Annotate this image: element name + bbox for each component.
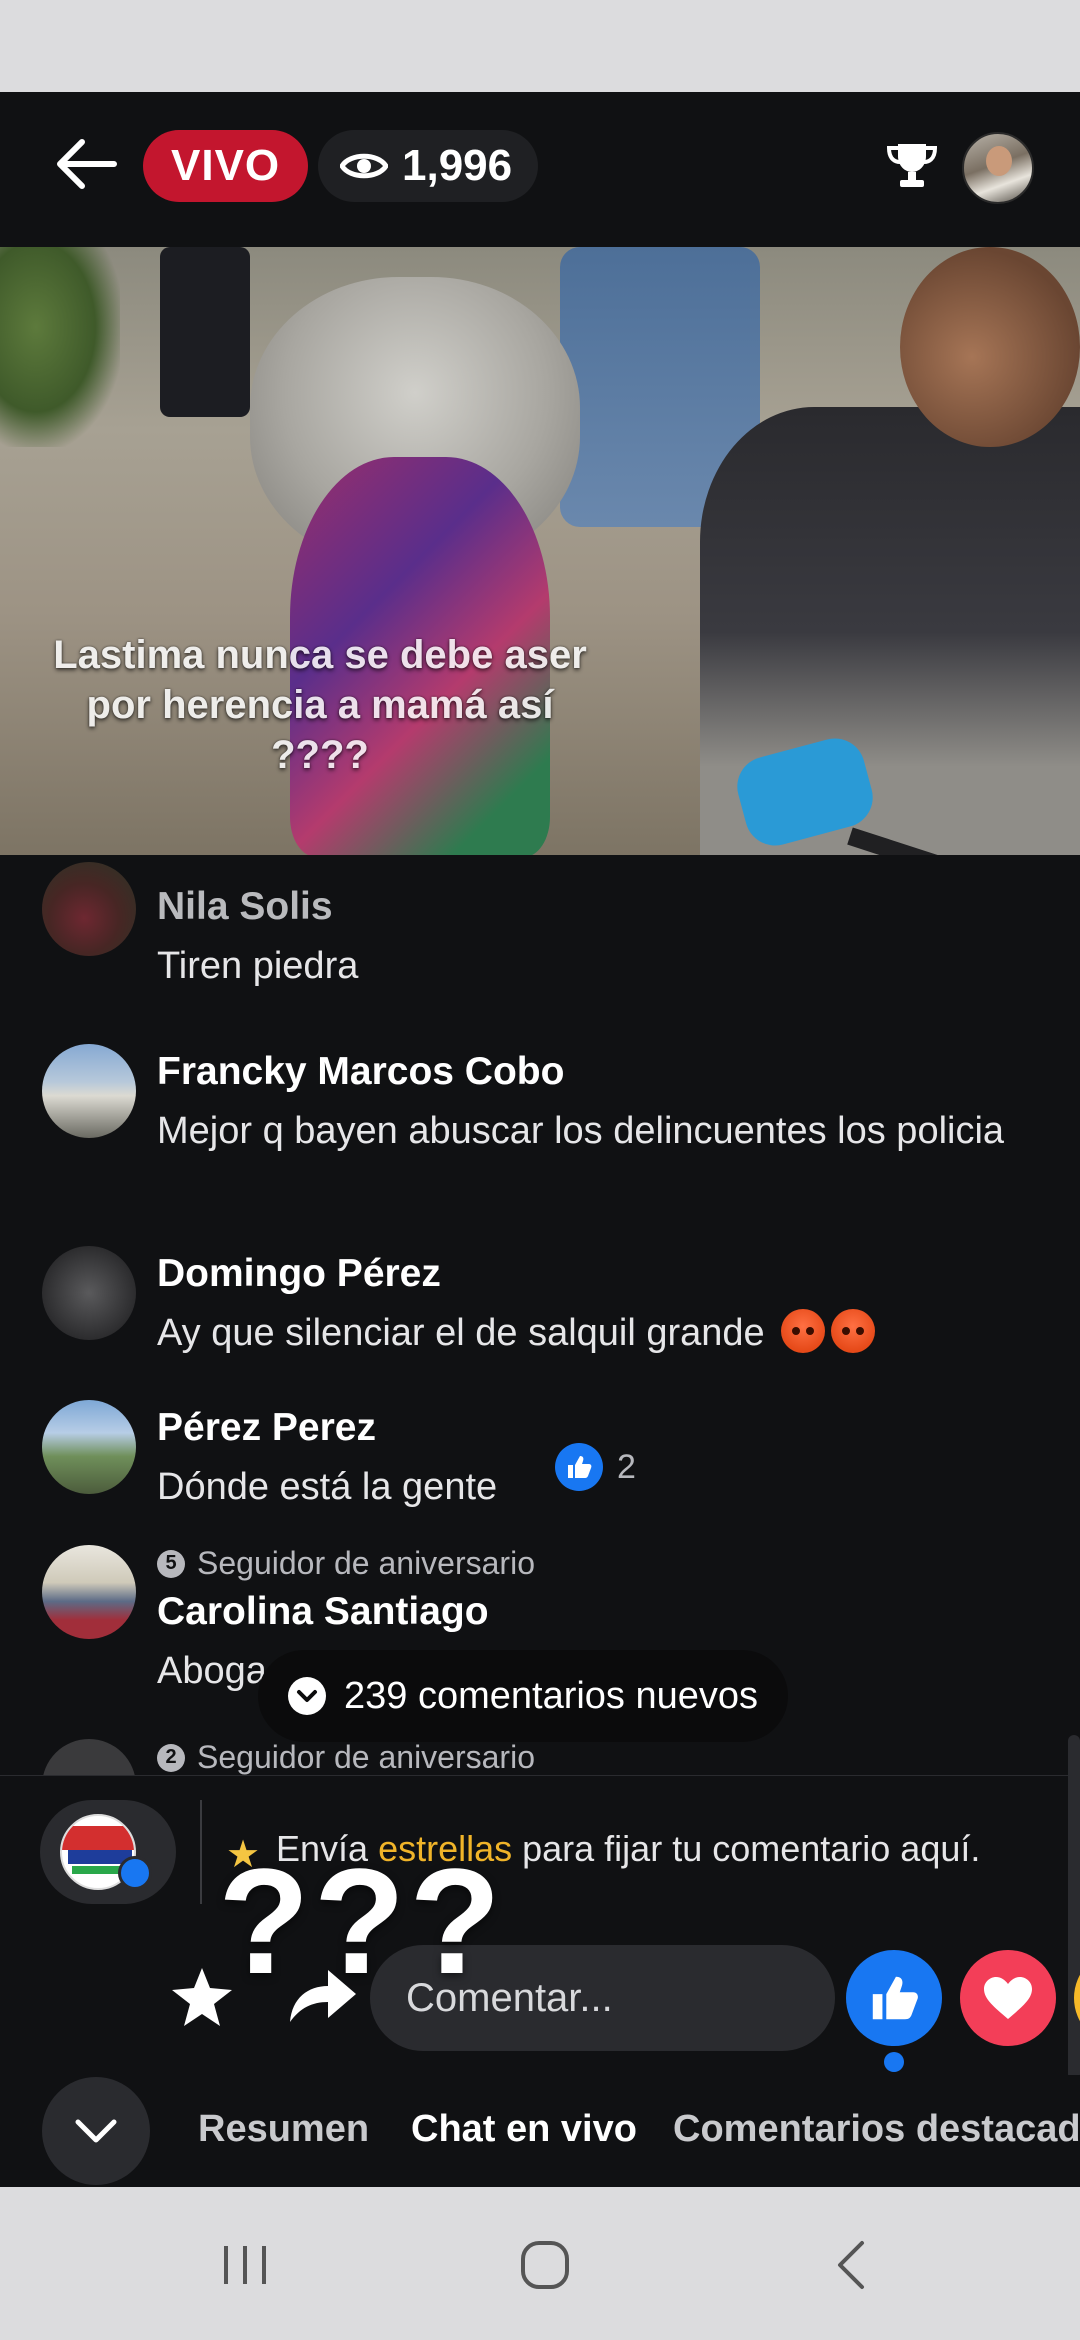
arrow-left-icon [57,139,117,189]
thumbs-up-icon [872,1976,918,2020]
comment-text: Ay que silenciar el de salquil grande [157,1309,1017,1358]
selected-indicator [884,2052,904,2072]
comment-avatar[interactable] [42,1739,136,1775]
comment-avatar[interactable] [42,1044,136,1138]
back-button[interactable] [40,124,130,204]
live-badge: VIVO [143,130,309,202]
angry-emoji-icon [831,1309,876,1353]
follower-badge-label: Seguidor de aniversario [197,1545,535,1581]
scrollbar[interactable] [1068,1735,1080,2080]
follower-badge: 2 Seguidor de aniversario [157,1739,535,1775]
home-button[interactable] [500,2225,590,2305]
anniversary-badge-icon: 2 [157,1743,185,1772]
trophy-icon[interactable] [884,138,940,194]
home-icon [521,2241,569,2289]
new-comments-button[interactable]: 239 comentarios nuevos [258,1650,789,1742]
love-button[interactable] [960,1950,1056,2046]
sparkle-star-icon [172,1968,232,2026]
screen: { "header": { "live_label": "VIVO", "vie… [0,0,1080,2340]
video-scenery [900,247,1080,447]
comment-text: Mejor q bayen abuscar los delincuentes l… [157,1110,1005,1152]
divider [200,1800,202,1904]
tab-summary[interactable]: Resumen [198,2108,369,2151]
follower-badge-label: Seguidor de aniversario [197,1739,535,1775]
video-scenery [160,247,250,417]
comment-list[interactable]: Nila Solis Tiren piedra Francky Marcos C… [0,855,1080,1775]
comment-author[interactable]: Nila Solis [157,885,333,929]
like-reaction-icon [555,1443,603,1491]
comment-reactions[interactable]: 2 [555,1443,636,1491]
new-comments-label: 239 comentarios nuevos [344,1674,759,1717]
comment-text: Tiren piedra [157,945,359,987]
collapse-button[interactable] [42,2077,150,2185]
comment-avatar[interactable] [42,1246,136,1340]
back-nav-button[interactable] [805,2225,895,2305]
comment-avatar[interactable] [42,1545,136,1639]
comment-author[interactable]: Carolina Santiago [157,1590,489,1634]
video-scenery [0,247,120,447]
viewer-count: 1,996 [402,141,513,190]
comment-avatar[interactable] [42,862,136,956]
chevron-left-icon [838,2241,864,2289]
comment-author[interactable]: Francky Marcos Cobo [157,1050,564,1094]
video-caption: Lastima nunca se debe aser por herencia … [53,633,587,777]
page-avatar-logo-part [62,1826,134,1850]
comment-text: Dónde está la gente [157,1466,498,1508]
comment-avatar[interactable] [42,1400,136,1494]
anniversary-badge-icon: 5 [157,1549,185,1578]
comment-author[interactable]: Domingo Pérez [157,1252,441,1296]
heart-icon [984,1977,1032,2019]
follower-badge: 5 Seguidor de aniversario [157,1545,535,1582]
recent-apps-icon [224,2246,266,2284]
stars-prompt-suffix: para fijar tu comentario aquí. [512,1828,981,1869]
reaction-count: 2 [617,1447,636,1486]
like-button[interactable] [846,1950,942,2046]
share-arrow-icon [290,1970,356,2022]
verified-icon [118,1856,152,1890]
chevron-down-icon [75,2119,117,2143]
status-bar [0,0,1080,92]
comment-text-content: Ay que silenciar el de salquil grande [157,1312,765,1354]
viewer-count-badge: 1,996 [318,130,539,202]
tab-live-chat[interactable]: Chat en vivo [411,2108,637,2151]
comment-author[interactable]: Pérez Perez [157,1406,376,1450]
host-avatar[interactable] [962,132,1034,204]
recent-apps-button[interactable] [200,2225,290,2305]
tab-top-comments[interactable]: Comentarios destacados [673,2108,1080,2151]
angry-emoji-icon [781,1309,826,1353]
chevron-down-icon [288,1677,326,1715]
eye-icon [340,153,388,179]
